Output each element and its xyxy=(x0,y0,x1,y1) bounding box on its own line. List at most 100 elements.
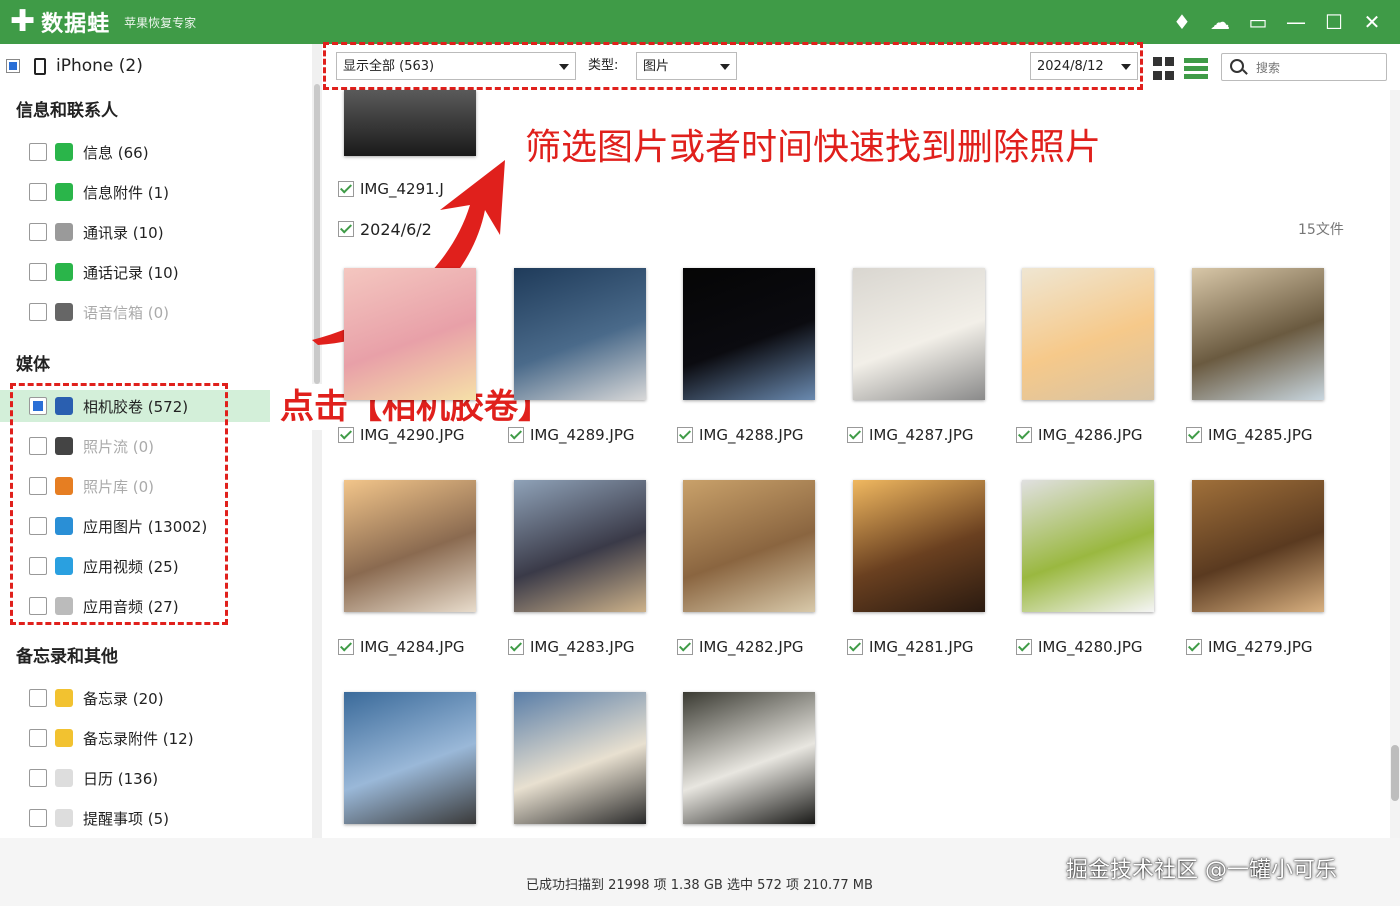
photo-thumbnail[interactable] xyxy=(683,480,815,612)
sidebar-scrollbar[interactable] xyxy=(312,44,322,838)
sidebar-item[interactable]: 日历 (136) xyxy=(0,762,270,794)
sidebar-item[interactable]: 提醒事项 (5) xyxy=(0,802,270,834)
sidebar-item-checkbox[interactable] xyxy=(29,729,47,747)
photo-caption[interactable]: IMG_4283.JPG xyxy=(508,636,635,658)
vip-icon[interactable]: ♦ xyxy=(1170,9,1194,35)
photo-thumbnail[interactable] xyxy=(344,692,476,824)
sidebar-item[interactable]: 备忘录 (20) xyxy=(0,682,270,714)
photo-name: IMG_4285.JPG xyxy=(1208,426,1313,444)
annotation-sidebar-box xyxy=(10,383,228,625)
photo-checkbox[interactable] xyxy=(1016,427,1032,443)
photo-thumbnail[interactable] xyxy=(683,692,815,824)
sidebar-item-checkbox[interactable] xyxy=(29,223,47,241)
contacts-icon xyxy=(55,223,73,241)
photo-checkbox[interactable] xyxy=(508,427,524,443)
annotation-toolbar-box xyxy=(323,42,1143,90)
sidebar-item-checkbox[interactable] xyxy=(29,303,47,321)
message-attachment-icon xyxy=(55,183,73,201)
photo-name: IMG_4290.JPG xyxy=(360,426,465,444)
photo-checkbox[interactable] xyxy=(338,181,354,197)
sidebar-item-checkbox[interactable] xyxy=(29,143,47,161)
photo-name: IMG_4279.JPG xyxy=(1208,638,1313,656)
search-input[interactable] xyxy=(1254,57,1378,79)
sidebar-item-checkbox[interactable] xyxy=(29,183,47,201)
photo-checkbox[interactable] xyxy=(677,427,693,443)
app-logo: ✚ 数据蛙 苹果恢复专家 xyxy=(10,7,196,38)
photo-thumbnail[interactable] xyxy=(344,90,476,156)
sidebar-item[interactable]: 通讯录 (10) xyxy=(0,216,270,248)
list-view-icon[interactable] xyxy=(1182,54,1210,86)
sidebar-group-title: 信息和联系人 xyxy=(16,101,118,121)
photo-thumbnail[interactable] xyxy=(344,480,476,612)
sidebar-item-checkbox[interactable] xyxy=(29,263,47,281)
notes-attachment-icon xyxy=(55,729,73,747)
device-checkbox[interactable] xyxy=(6,59,20,73)
device-label: iPhone (2) xyxy=(56,56,143,76)
sidebar-item[interactable]: 信息 (66) xyxy=(0,136,270,168)
minimize-icon[interactable]: — xyxy=(1284,9,1308,35)
photo-checkbox[interactable] xyxy=(847,427,863,443)
photo-caption[interactable]: IMG_4289.JPG xyxy=(508,424,635,446)
photo-caption[interactable]: IMG_4285.JPG xyxy=(1186,424,1313,446)
close-icon[interactable]: ✕ xyxy=(1360,9,1384,35)
sidebar-item[interactable]: 语音信箱 (0) xyxy=(0,296,270,328)
photo-name: IMG_4280.JPG xyxy=(1038,638,1143,656)
photo-checkbox[interactable] xyxy=(508,639,524,655)
photo-thumbnail[interactable] xyxy=(514,480,646,612)
sidebar-item[interactable]: 通话记录 (10) xyxy=(0,256,270,288)
search-icon xyxy=(1230,59,1244,73)
sidebar-item-checkbox[interactable] xyxy=(29,769,47,787)
photo-caption[interactable]: IMG_4286.JPG xyxy=(1016,424,1143,446)
photo-thumbnail[interactable] xyxy=(514,692,646,824)
photo-thumbnail[interactable] xyxy=(683,268,815,400)
sidebar-group-title: 媒体 xyxy=(16,355,50,375)
sidebar-item-checkbox[interactable] xyxy=(29,689,47,707)
photo-checkbox[interactable] xyxy=(1186,427,1202,443)
photo-checkbox[interactable] xyxy=(1016,639,1032,655)
phone-icon xyxy=(55,263,73,281)
sidebar-item[interactable]: 备忘录附件 (12) xyxy=(0,722,270,754)
photo-caption[interactable]: IMG_4290.JPG xyxy=(338,424,465,446)
photo-caption[interactable]: IMG_4288.JPG xyxy=(677,424,804,446)
photo-thumbnail[interactable] xyxy=(514,268,646,400)
photo-thumbnail[interactable] xyxy=(1192,480,1324,612)
prev-photo-name: IMG_4291.J xyxy=(360,180,444,198)
sidebar-item-checkbox[interactable] xyxy=(29,809,47,827)
maximize-icon[interactable]: ☐ xyxy=(1322,9,1346,35)
grid-view-icon[interactable] xyxy=(1150,54,1180,84)
photo-thumbnail[interactable] xyxy=(1022,268,1154,400)
photo-thumbnail[interactable] xyxy=(1192,268,1324,400)
photo-thumbnail[interactable] xyxy=(1022,480,1154,612)
photo-caption[interactable]: IMG_4279.JPG xyxy=(1186,636,1313,658)
screen-icon[interactable]: ▭ xyxy=(1246,9,1270,35)
photo-name: IMG_4281.JPG xyxy=(869,638,974,656)
photo-caption[interactable]: IMG_4284.JPG xyxy=(338,636,465,658)
feedback-icon[interactable]: ☁ xyxy=(1208,9,1232,35)
photo-thumbnail[interactable] xyxy=(853,268,985,400)
prev-photo-caption[interactable]: IMG_4291.J xyxy=(338,178,444,200)
device-row[interactable]: iPhone (2) xyxy=(0,52,312,80)
photo-caption[interactable]: IMG_4282.JPG xyxy=(677,636,804,658)
photo-checkbox[interactable] xyxy=(677,639,693,655)
sidebar-item[interactable]: 信息附件 (1) xyxy=(0,176,270,208)
sidebar-item-label: 提醒事项 (5) xyxy=(83,809,170,828)
photo-caption[interactable]: IMG_4281.JPG xyxy=(847,636,974,658)
photo-caption[interactable]: IMG_4287.JPG xyxy=(847,424,974,446)
content-scrollbar[interactable] xyxy=(1390,90,1400,838)
date-group-checkbox[interactable] xyxy=(338,221,354,237)
photo-checkbox[interactable] xyxy=(1186,639,1202,655)
photo-caption[interactable]: IMG_4280.JPG xyxy=(1016,636,1143,658)
sidebar-item-label: 信息附件 (1) xyxy=(83,183,170,202)
sidebar-item-label: 信息 (66) xyxy=(83,143,149,162)
content-scroll-thumb[interactable] xyxy=(1391,745,1399,801)
photo-checkbox[interactable] xyxy=(338,427,354,443)
calendar-icon xyxy=(55,769,73,787)
photo-checkbox[interactable] xyxy=(847,639,863,655)
photo-content xyxy=(322,90,1390,838)
sidebar-scroll-thumb[interactable] xyxy=(314,84,320,384)
photo-checkbox[interactable] xyxy=(338,639,354,655)
date-group-header[interactable]: 2024/6/2 xyxy=(338,218,432,240)
photo-thumbnail[interactable] xyxy=(853,480,985,612)
photo-thumbnail[interactable] xyxy=(344,268,476,400)
search-box[interactable] xyxy=(1221,53,1387,81)
